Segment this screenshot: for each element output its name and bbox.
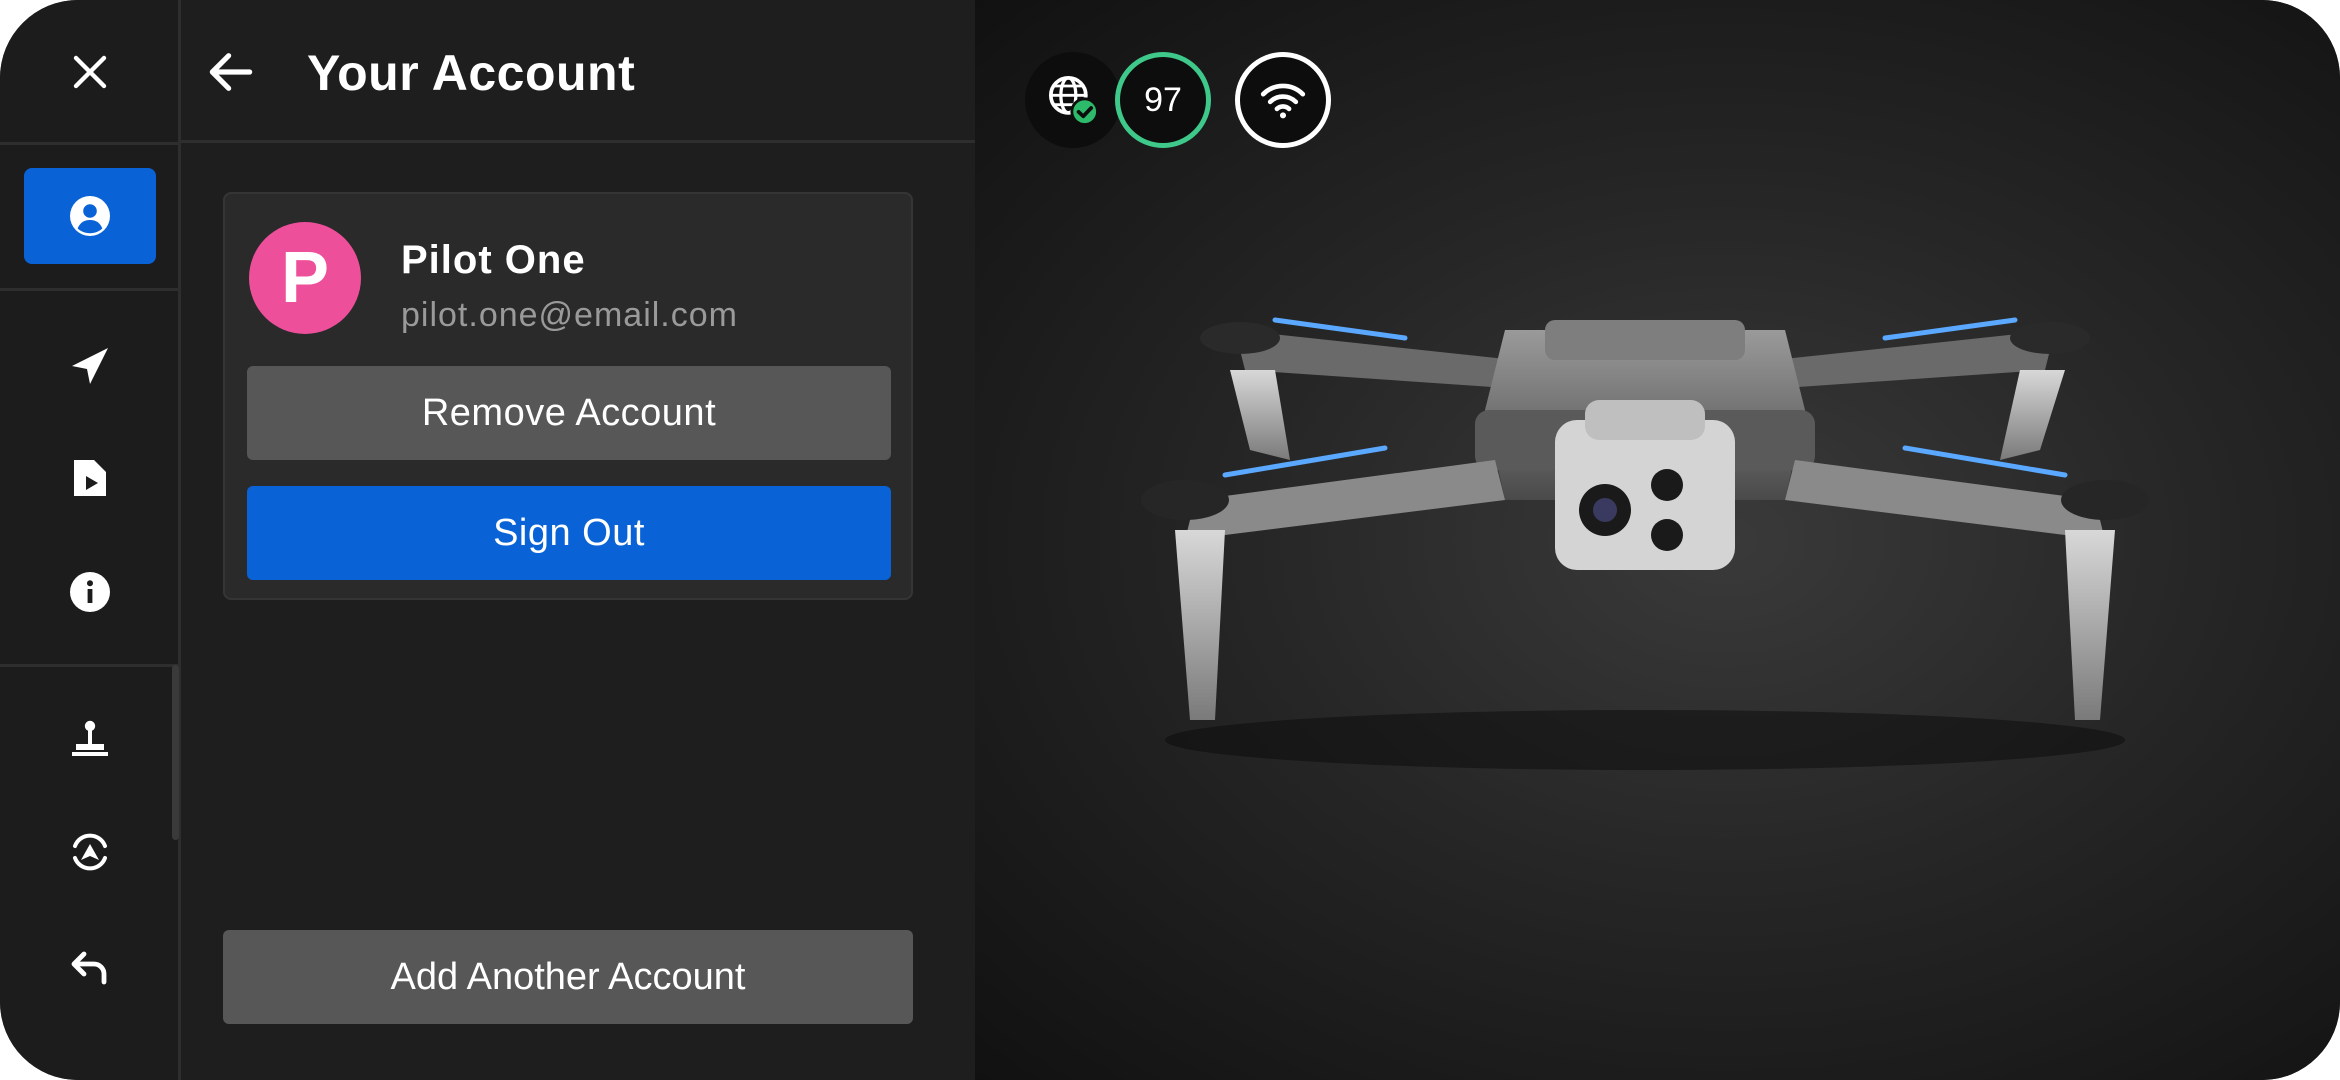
battery-status[interactable]: 97: [1115, 52, 1211, 148]
side-rail: [0, 0, 181, 1080]
back-arrow-icon: [209, 53, 253, 91]
app-screen: Your Account P Pilot One pilot.one@email…: [0, 0, 2340, 1080]
account-card: P Pilot One pilot.one@email.com Remove A…: [223, 192, 913, 600]
avatar: P: [249, 222, 361, 334]
account-icon: [70, 196, 110, 236]
gps-status[interactable]: [1025, 52, 1121, 148]
navigation-arrow-icon: [72, 348, 108, 384]
rail-scrollbar[interactable]: [172, 665, 179, 840]
back-button[interactable]: [195, 36, 267, 108]
rail-divider: [0, 664, 181, 667]
account-panel: Your Account P Pilot One pilot.one@email…: [181, 0, 975, 1080]
globe-check-icon: [1048, 75, 1099, 126]
remove-account-button[interactable]: Remove Account: [247, 366, 891, 460]
wifi-status[interactable]: [1235, 52, 1331, 148]
panel-header: Your Account: [181, 0, 975, 143]
recenter-icon: [73, 833, 107, 871]
sign-out-button[interactable]: Sign Out: [247, 486, 891, 580]
media-button[interactable]: [24, 430, 156, 526]
rail-divider: [0, 142, 181, 145]
drone-hero: 97: [975, 0, 2340, 1080]
info-icon: [70, 572, 110, 612]
return-icon: [71, 951, 107, 985]
controller-button[interactable]: [24, 690, 156, 786]
close-icon: [73, 55, 107, 89]
close-button[interactable]: [24, 24, 156, 120]
rail-divider: [0, 288, 181, 291]
add-account-button[interactable]: Add Another Account: [223, 930, 913, 1024]
navigation-button[interactable]: [24, 318, 156, 414]
info-button[interactable]: [24, 544, 156, 640]
media-file-icon: [74, 460, 106, 496]
return-button[interactable]: [24, 920, 156, 1016]
page-title: Your Account: [307, 45, 636, 101]
account-button[interactable]: [24, 168, 156, 264]
user-email: pilot.one@email.com: [401, 296, 738, 334]
user-name: Pilot One: [401, 238, 586, 282]
joystick-icon: [72, 720, 108, 756]
wifi-icon: [1260, 83, 1306, 119]
recenter-button[interactable]: [24, 804, 156, 900]
drone-image: [1141, 317, 2149, 770]
